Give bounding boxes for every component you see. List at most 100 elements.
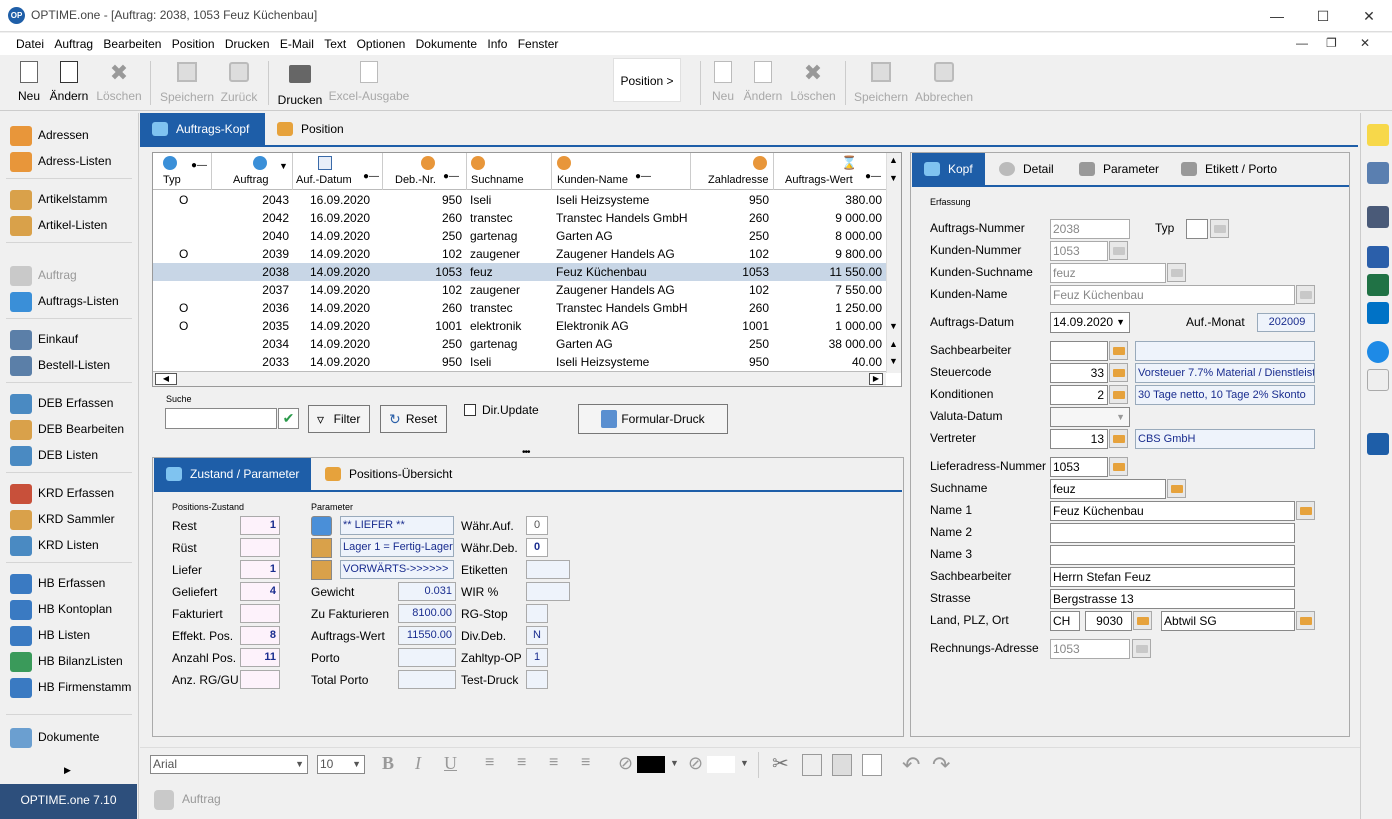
kunden-name-folder-icon[interactable] [1296, 285, 1315, 304]
mdi-close-icon[interactable]: ✕ [1360, 36, 1370, 50]
sidebar-item-einkauf[interactable]: Einkauf [10, 328, 78, 350]
align-center-icon[interactable]: ≡ [517, 754, 526, 772]
sidebar-item-deb-erfassen[interactable]: DEB Erfassen [10, 392, 113, 414]
sidebar-item-dokumente[interactable]: Dokumente [10, 726, 99, 748]
font-select[interactable]: Arial ▼ [150, 755, 308, 774]
minimize-icon[interactable]: — [1254, 0, 1300, 32]
menu-optionen[interactable]: Optionen [357, 33, 406, 51]
globe-icon[interactable] [311, 516, 332, 536]
scroll-up-icon[interactable]: ▲ [889, 155, 898, 165]
word-icon[interactable] [1367, 246, 1389, 268]
sidebar-item-hb-erfassen[interactable]: HB Erfassen [10, 572, 105, 594]
column-header-suchname[interactable]: Suchname [471, 174, 524, 188]
cut-icon[interactable]: ✂ [772, 751, 789, 776]
column-header-zahladresse[interactable]: Zahladresse [708, 174, 769, 188]
name1-field[interactable]: Feuz Küchenbau [1050, 501, 1295, 521]
position-edit-button[interactable]: Ändern [742, 59, 784, 103]
align-left-icon[interactable]: ≡ [485, 754, 494, 772]
position-toggle-button[interactable]: Position > [613, 58, 681, 102]
table-row[interactable]: 2034 14.09.2020 250 gartenag Garten AG 250 38 … [153, 335, 886, 353]
forward-arrows-icon[interactable] [311, 560, 332, 580]
tab-zustand-parameter[interactable]: Zustand / Parameter [154, 458, 311, 490]
calendar-icon[interactable] [1367, 162, 1389, 184]
dropdown-arrow-icon[interactable]: ▼ [670, 758, 679, 768]
tab-position[interactable]: Position [265, 113, 375, 145]
tab-parameter[interactable]: Parameter [1067, 153, 1167, 185]
reset-button[interactable]: ↻ Reset [380, 405, 447, 433]
konditionen-field[interactable]: 2 [1050, 385, 1108, 405]
paste-icon[interactable] [832, 754, 852, 776]
position-cancel-button[interactable]: Abbrechen [914, 59, 974, 104]
mdi-minimize-icon[interactable]: — [1296, 36, 1308, 50]
align-right-icon[interactable]: ≡ [549, 754, 558, 772]
print-button[interactable]: Drucken [276, 59, 324, 107]
rechnungs-adresse-folder-icon[interactable] [1132, 639, 1151, 658]
menu-auftrag[interactable]: Auftrag [54, 33, 93, 51]
sidebar-item-bestell-listen[interactable]: Bestell-Listen [10, 354, 110, 376]
sidebar-item-artikelstamm[interactable]: Artikelstamm [10, 188, 107, 210]
horizontal-scrollbar[interactable]: ◀ ▶ [153, 371, 886, 386]
close-icon[interactable]: ✕ [1346, 0, 1392, 32]
kunden-nummer-field[interactable]: 1053 [1050, 241, 1108, 261]
kunden-suchname-folder-icon[interactable] [1167, 263, 1186, 282]
undo-icon[interactable]: ↶ [902, 752, 920, 778]
tab-detail[interactable]: Detail [987, 153, 1069, 185]
position-save-button[interactable]: Speichern [854, 59, 908, 104]
scroll-down-icon[interactable]: ▼ [889, 321, 898, 331]
sidebar-item-deb-bearbeiten[interactable]: DEB Bearbeiten [10, 418, 124, 440]
phone-icon[interactable] [1367, 433, 1389, 455]
sidebar-item-krd-listen[interactable]: KRD Listen [10, 534, 99, 556]
warehouse-icon[interactable] [311, 538, 332, 558]
table-row[interactable]: O 2035 14.09.2020 1001 elektronik Elektronik … [153, 317, 886, 335]
scroll-right-icon[interactable]: ▶ [869, 373, 883, 385]
suchname-field[interactable]: feuz [1050, 479, 1166, 499]
text-color-swatch[interactable] [637, 756, 665, 773]
vertreter-field[interactable]: 13 [1050, 429, 1108, 449]
search-input[interactable] [165, 408, 277, 429]
background-color-icon[interactable]: ⊘ [688, 753, 703, 774]
tab-auftrags-kopf[interactable]: Auftrags-Kopf [140, 113, 265, 145]
close-x-icon[interactable] [1367, 124, 1389, 146]
scroll-down-icon[interactable]: ▼ [889, 356, 898, 366]
redo-icon[interactable]: ↷ [932, 752, 950, 778]
dir-update-checkbox[interactable] [464, 404, 476, 416]
steuercode-field[interactable]: 33 [1050, 363, 1108, 383]
font-size-select[interactable]: 10 ▼ [317, 755, 365, 774]
copy-icon[interactable] [802, 754, 822, 776]
dropdown-arrow-icon[interactable]: ▼ [740, 758, 749, 768]
outlook-icon[interactable] [1367, 302, 1389, 324]
sidebar-item-adress-listen[interactable]: Adress-Listen [10, 150, 111, 172]
save-button[interactable]: Speichern [160, 59, 214, 104]
steuercode-folder-icon[interactable] [1109, 363, 1128, 382]
bold-icon[interactable]: B [382, 753, 394, 774]
back-button[interactable]: Zurück [218, 59, 260, 104]
mail-document-icon[interactable] [1367, 369, 1389, 391]
sidebar-item-hb-firmenstamm[interactable]: HB Firmenstamm [10, 676, 131, 698]
tab-etikett-porto[interactable]: Etikett / Porto [1169, 153, 1289, 185]
italic-icon[interactable]: I [415, 753, 421, 774]
ort-folder-icon[interactable] [1296, 611, 1315, 630]
kunden-name-field[interactable]: Feuz Küchenbau [1050, 285, 1295, 305]
scroll-left-icon[interactable]: ◀ [155, 373, 177, 385]
land-field[interactable]: CH [1050, 611, 1080, 631]
strasse-field[interactable]: Bergstrasse 13 [1050, 589, 1295, 609]
sachbearbeiter-field[interactable] [1050, 341, 1108, 361]
dropdown-arrow-icon[interactable]: ▼ [352, 756, 361, 773]
lieferadress-nummer-field[interactable]: 1053 [1050, 457, 1108, 477]
scroll-down-icon[interactable]: ▼ [889, 173, 898, 183]
name1-folder-icon[interactable] [1296, 501, 1315, 520]
suchname-folder-icon[interactable] [1167, 479, 1186, 498]
position-new-button[interactable]: Neu [708, 59, 738, 103]
sidebar-item-hb-bilanzlisten[interactable]: HB BilanzListen [10, 650, 123, 672]
ort-field[interactable]: Abtwil SG [1161, 611, 1295, 631]
menu-info[interactable]: Info [487, 33, 507, 51]
menu-datei[interactable]: Datei [16, 33, 44, 51]
sidebar-item-deb-listen[interactable]: DEB Listen [10, 444, 98, 466]
menu-text[interactable]: Text [324, 33, 346, 51]
column-header-typ[interactable]: Typ [163, 174, 181, 188]
sidebar-item-auftrag[interactable]: Auftrag [10, 264, 77, 286]
dropdown-arrow-icon[interactable]: ▼ [1116, 313, 1125, 332]
column-header-auftrag[interactable]: Auftrag [233, 174, 268, 188]
sidebar-item-hb-kontoplan[interactable]: HB Kontoplan [10, 598, 112, 620]
column-header-kunden-name[interactable]: Kunden-Name [557, 174, 628, 188]
